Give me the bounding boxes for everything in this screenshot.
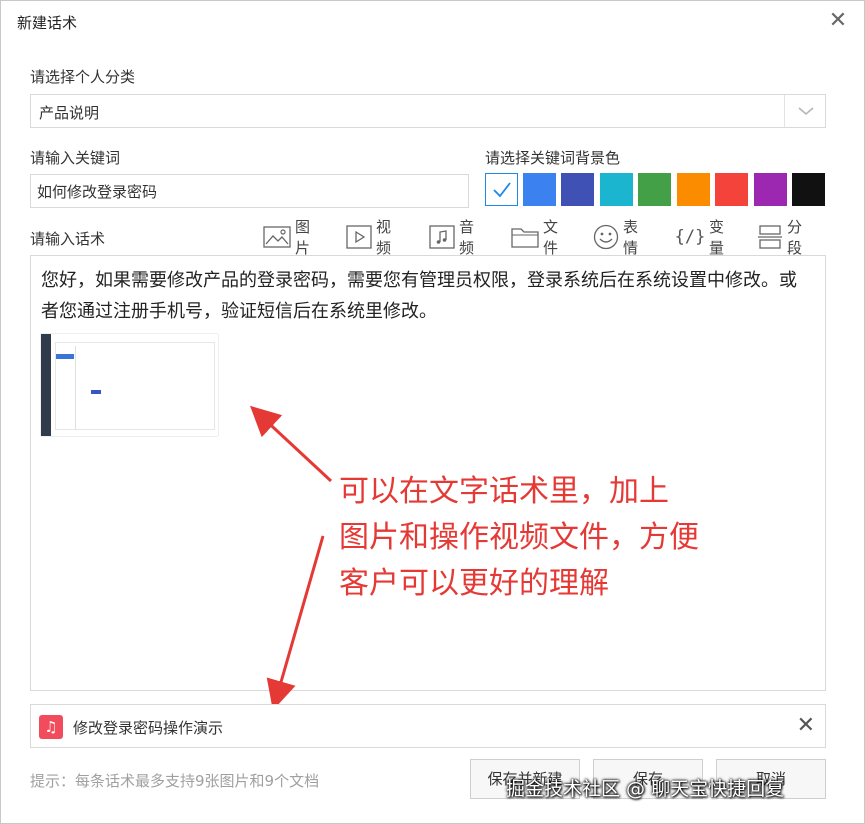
annotation-text: 可以在文字话术里，加上 图片和操作视频文件，方便 客户可以更好的理解	[339, 469, 769, 607]
remove-attachment-icon[interactable]: ✕	[797, 713, 815, 739]
annotation-arrows	[250, 405, 333, 711]
limit-hint: 提示：每条话术最多支持9张图片和9个文档	[30, 772, 320, 790]
watermark-text: 掘金技术社区 @ 聊天宝快捷回复	[506, 778, 785, 800]
annotation-line-1: 可以在文字话术里，加上	[339, 474, 669, 509]
arrow-to-image	[250, 405, 333, 483]
arrow-to-attachment	[266, 535, 325, 711]
annotation-line-2: 图片和操作视频文件，方便	[339, 520, 699, 555]
attachment-name: 修改登录密码操作演示	[73, 719, 224, 737]
annotation-line-3: 客户可以更好的理解	[339, 566, 609, 601]
new-script-dialog: 新建话术 ✕ 请选择个人分类 产品说明 请输入关键词 请选择关键词背景色 请输入…	[0, 0, 865, 824]
attachment-item[interactable]: ♫ 修改登录密码操作演示 ✕	[30, 704, 826, 748]
music-file-icon: ♫	[39, 715, 63, 739]
